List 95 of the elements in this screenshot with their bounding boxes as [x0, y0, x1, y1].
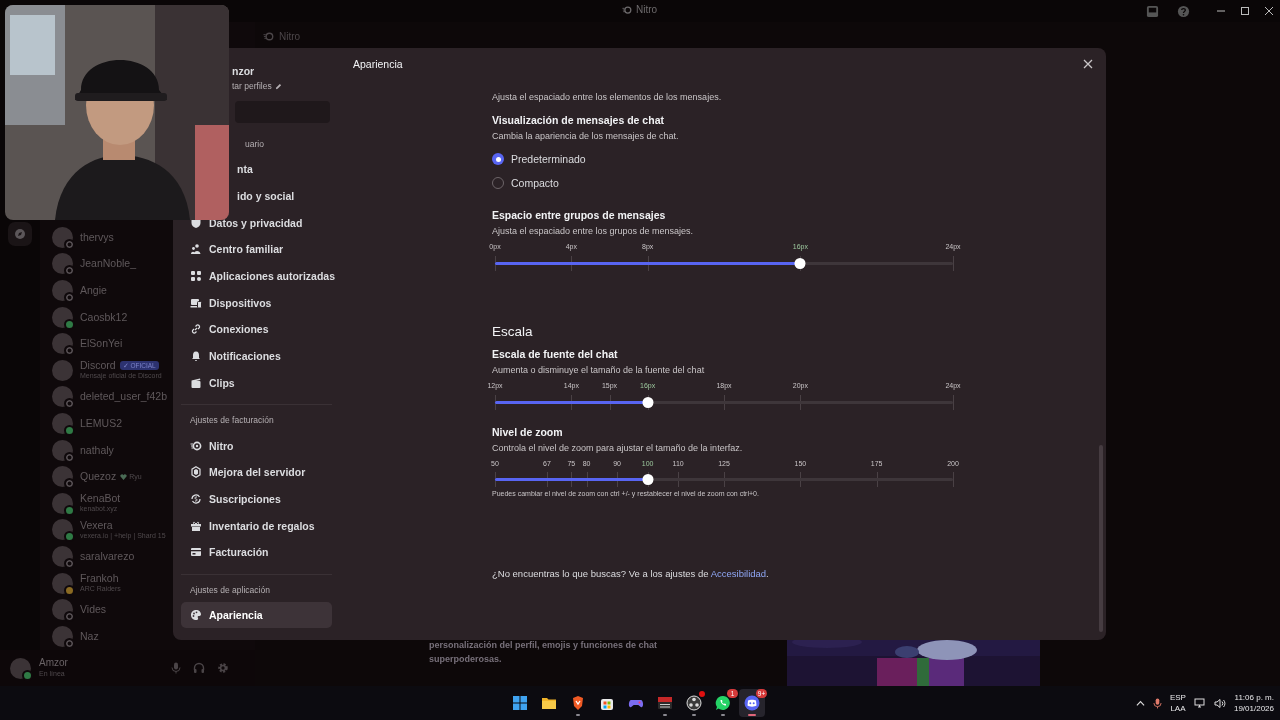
inbox-icon[interactable] [1146, 4, 1159, 18]
family-icon [190, 243, 202, 256]
settings-nav-item[interactable]: Dispositivos [181, 289, 332, 317]
microphone-icon[interactable] [1152, 697, 1162, 709]
close-icon[interactable] [1264, 6, 1274, 16]
network-icon[interactable] [1193, 697, 1206, 709]
slider-thumb[interactable] [642, 474, 653, 485]
record-circle-icon [686, 695, 702, 711]
help-text: ¿No encuentras lo que buscas? Ve a los ajustes de Accesibilidad. [492, 567, 769, 581]
heart-icon [120, 473, 128, 480]
folder-icon [541, 695, 557, 711]
chevron-up-icon[interactable] [1135, 698, 1145, 708]
slider-track[interactable] [495, 401, 953, 404]
setting-description: Ajusta el espaciado entre los elementos de los mensajes. [492, 91, 722, 104]
avatar-icon [52, 359, 73, 381]
avatar-icon [52, 386, 73, 408]
radio-option[interactable]: Compacto [492, 171, 559, 195]
help-icon[interactable] [1177, 4, 1190, 18]
mixer-icon [657, 695, 673, 711]
setting-description: Cambia la apariencia de los mensajes de chat. [492, 130, 679, 143]
setting-title: Visualización de mensajes de chat [492, 113, 664, 128]
section-header: uario [245, 138, 264, 151]
setting-title: Escala de fuente del chat [492, 347, 618, 362]
slider-track[interactable] [495, 478, 953, 481]
setting-description: Aumenta o disminuye el tamaño de la fuente del chat [492, 364, 705, 377]
section-header: Ajustes de aplicación [189, 583, 270, 597]
controller-face-icon [744, 695, 760, 711]
pencil-icon [274, 83, 282, 90]
avatar-icon [52, 492, 73, 514]
settings-nav-item[interactable]: Conexiones [181, 316, 332, 343]
avatar-icon [52, 412, 73, 434]
clock-time[interactable]: 11:06 p. m. [1234, 692, 1274, 703]
settings-nav-item[interactable]: Notificaciones [181, 342, 332, 370]
avatar-icon [52, 625, 73, 647]
card-icon [190, 546, 202, 559]
avatar-icon [52, 519, 73, 541]
bell-icon [190, 350, 202, 363]
user-name: Amzor [39, 657, 69, 668]
nitro-icon [263, 30, 274, 42]
avatar-icon [52, 545, 73, 567]
avatar-icon [52, 466, 73, 488]
nitro-icon [622, 4, 632, 15]
avatar-icon [52, 226, 73, 248]
settings-nav-item[interactable]: Centro familiar [181, 236, 332, 263]
edit-profiles-link[interactable]: tar perfiles [232, 79, 272, 94]
promo-text: personalización del perfil, emojis y funciones de chat [429, 639, 659, 652]
window-title: Nitro [636, 4, 658, 15]
setting-title: Espacio entre grupos de mensajes [492, 208, 666, 223]
avatar-icon [52, 280, 73, 301]
avatar-icon [52, 306, 73, 328]
settings-nav-item[interactable]: Nitro [181, 432, 332, 459]
section-header: Ajustes de facturación [189, 414, 274, 428]
slider-thumb[interactable] [795, 258, 806, 269]
dialog-title: Apariencia [353, 58, 403, 70]
clips-icon [190, 376, 202, 389]
devices-icon [190, 296, 202, 309]
language-code[interactable]: ESP [1169, 692, 1186, 703]
settings-nav-item[interactable]: Clips [181, 369, 332, 397]
settings-nav-item[interactable]: Apariencia [181, 601, 332, 629]
avatar-icon [10, 657, 31, 679]
avatar-icon [52, 253, 73, 275]
settings-nav-item[interactable]: Mejora del servidor [181, 458, 332, 486]
apps-icon [190, 270, 202, 283]
phone-bubble-icon [715, 695, 731, 711]
maximize-icon[interactable] [1240, 6, 1250, 16]
nitro-icon [190, 439, 202, 452]
setting-description: Ajusta el espaciado entre los grupos de mensajes. [492, 225, 694, 238]
settings-nav-item[interactable]: Facturación [181, 538, 332, 566]
settings-nav-item[interactable]: Suscripciones [181, 485, 332, 513]
avatar-icon [52, 439, 73, 461]
gift-icon [190, 519, 202, 532]
volume-icon[interactable] [1213, 697, 1226, 709]
profile-name: nzor [232, 64, 255, 79]
avatar-icon [52, 599, 73, 621]
promo-text: superpoderosas. [429, 653, 503, 666]
slider-track[interactable] [495, 262, 953, 265]
settings-nav-item[interactable]: Inventario de regalos [181, 512, 332, 539]
setting-title: Nivel de zoom [492, 425, 563, 440]
settings-nav-item[interactable]: nta [237, 156, 253, 183]
link-icon [190, 323, 202, 336]
keyboard-layout[interactable]: LAA [1170, 703, 1186, 714]
palette-icon [190, 608, 202, 621]
lion-shield-icon [570, 695, 586, 711]
clock-date[interactable]: 19/01/2026 [1233, 703, 1274, 714]
settings-nav-item[interactable]: ido y social [237, 182, 295, 210]
compass-icon[interactable] [8, 222, 32, 246]
avatar-icon [52, 572, 73, 594]
boost-icon [190, 466, 202, 479]
windows-icon [512, 695, 528, 711]
subs-icon [190, 492, 202, 505]
section-heading: Escala [492, 323, 533, 341]
setting-description: Controla el nivel de zoom para ajustar el tamaño de la interfaz. [492, 442, 743, 455]
radio-option[interactable]: Predeterminado [492, 147, 586, 171]
avatar-icon [52, 333, 73, 355]
slider-thumb[interactable] [642, 397, 653, 408]
